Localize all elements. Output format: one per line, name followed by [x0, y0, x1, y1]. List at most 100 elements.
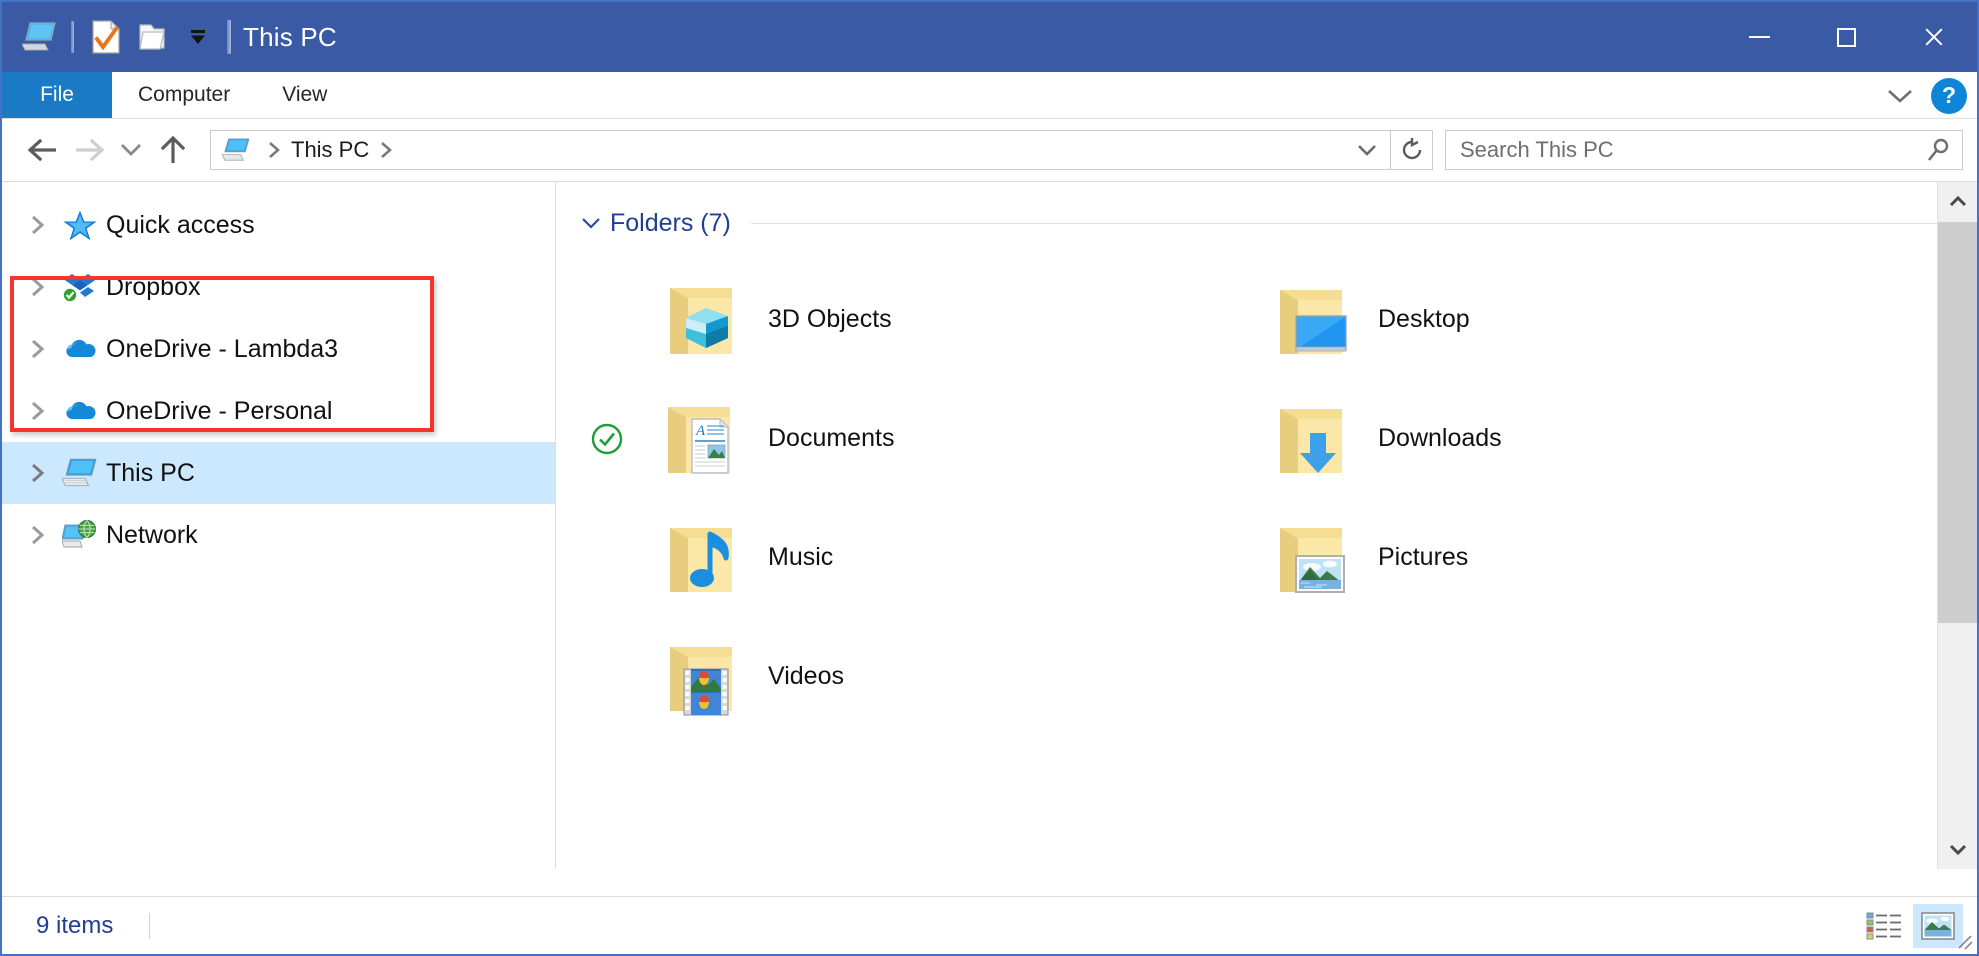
svg-text:A: A — [695, 423, 706, 439]
vertical-scrollbar[interactable] — [1937, 182, 1977, 869]
forward-button[interactable] — [66, 127, 112, 173]
scroll-down-button[interactable] — [1938, 829, 1977, 869]
expander-icon[interactable] — [16, 203, 60, 247]
back-button[interactable] — [20, 127, 66, 173]
chevron-right-icon — [32, 339, 45, 359]
expander-icon[interactable] — [16, 265, 60, 309]
toolbar-separator — [71, 21, 74, 53]
sidebar-item-this-pc[interactable]: This PC — [2, 442, 555, 504]
sidebar-item-label: Network — [106, 520, 198, 549]
details-view-button[interactable] — [1859, 904, 1909, 948]
sidebar-item-dropbox[interactable]: Dropbox — [2, 256, 555, 318]
file-item-label: Downloads — [1378, 424, 1502, 452]
close-button[interactable] — [1890, 2, 1977, 72]
search-input[interactable] — [1460, 137, 1926, 163]
folder-desktop-icon — [1262, 272, 1358, 368]
address-bar: This PC — [2, 119, 1977, 181]
onedrive-cloud-icon — [60, 329, 100, 369]
sidebar-item-onedrive-lambda3[interactable]: OneDrive - Lambda3 — [2, 318, 555, 380]
maximize-button[interactable] — [1803, 2, 1890, 72]
title-separator — [227, 20, 231, 54]
file-item-3d-objects[interactable]: 3D Objects — [652, 260, 1262, 379]
chevron-right-icon — [32, 277, 45, 297]
refresh-button[interactable] — [1391, 130, 1433, 170]
file-item-videos[interactable]: Videos — [652, 617, 1262, 736]
search-box[interactable] — [1445, 130, 1963, 170]
file-item-downloads[interactable]: Downloads — [1262, 379, 1872, 498]
file-item-desktop[interactable]: Desktop — [1262, 260, 1872, 379]
previous-locations-button[interactable] — [1350, 131, 1384, 169]
chevron-down-icon[interactable] — [576, 215, 606, 231]
file-item-label: Documents — [768, 424, 895, 452]
onedrive-cloud-icon — [60, 391, 100, 431]
window-title: This PC — [243, 21, 337, 52]
folder-music-icon — [652, 510, 748, 606]
chevron-right-icon — [381, 142, 393, 158]
file-item-music[interactable]: Music — [652, 498, 1262, 617]
folder-documents-icon: A — [652, 391, 748, 487]
scrollbar-thumb[interactable] — [1938, 222, 1977, 623]
file-item-documents[interactable]: A Documents — [591, 379, 1262, 498]
customize-quick-access-toolbar-icon[interactable] — [175, 14, 221, 60]
arrow-left-icon — [27, 138, 56, 162]
items-grid: 3D Objects Desktop A Documents Downloads… — [556, 242, 1977, 736]
file-explorer-window: This PC File Computer View ? This PC Sea… — [0, 0, 1979, 956]
scrollbar-track[interactable] — [1938, 222, 1977, 829]
new-folder-icon[interactable] — [129, 14, 175, 60]
folder-downloads-icon — [1262, 391, 1358, 487]
this-pc-icon — [221, 137, 251, 163]
scroll-up-button[interactable] — [1938, 182, 1977, 222]
expand-ribbon-button[interactable] — [1883, 79, 1917, 113]
breadcrumb-separator-root[interactable] — [257, 140, 291, 160]
large-icons-view-icon — [1921, 911, 1955, 940]
up-button[interactable] — [150, 127, 196, 173]
resize-grip[interactable] — [1953, 930, 1975, 952]
help-button[interactable]: ? — [1931, 77, 1967, 114]
file-item-label: Desktop — [1378, 305, 1470, 333]
breadcrumb-separator-this-pc[interactable] — [369, 140, 403, 160]
file-item-label: Videos — [768, 662, 844, 690]
expander-icon[interactable] — [16, 327, 60, 371]
item-count-label: 9 items — [36, 911, 114, 939]
tab-computer[interactable]: Computer — [112, 72, 256, 118]
chevron-up-icon — [1949, 195, 1966, 207]
file-item-label: Pictures — [1378, 543, 1469, 571]
group-header-folders[interactable]: Folders (7) — [556, 182, 1977, 242]
ribbon-tab-strip: File Computer View ? — [2, 72, 1977, 119]
minimize-button[interactable] — [1716, 2, 1803, 72]
chevron-down-icon — [1888, 89, 1912, 103]
star-icon — [60, 205, 100, 245]
sidebar-item-network[interactable]: Network — [2, 504, 555, 566]
arrow-right-icon — [76, 138, 105, 162]
sidebar-item-label: Quick access — [106, 210, 255, 239]
expander-icon[interactable] — [16, 513, 60, 557]
recent-locations-button[interactable] — [112, 127, 150, 173]
tab-file[interactable]: File — [2, 72, 112, 118]
details-view-icon — [1866, 912, 1901, 939]
network-icon — [60, 515, 100, 555]
properties-icon[interactable] — [83, 14, 129, 60]
expander-icon[interactable] — [16, 451, 60, 495]
sidebar-item-onedrive-personal[interactable]: OneDrive - Personal — [2, 380, 555, 442]
quick-access-toolbar: This PC — [2, 14, 337, 60]
chevron-down-icon — [1949, 844, 1966, 856]
status-bar: 9 items — [2, 896, 1977, 954]
chevron-down-icon — [121, 144, 141, 156]
sidebar-item-quick-access[interactable]: Quick access — [2, 194, 555, 256]
chevron-right-icon — [32, 401, 45, 421]
file-item-label: 3D Objects — [768, 305, 892, 333]
sync-available-badge — [590, 422, 624, 456]
folder-pictures-icon — [1262, 510, 1358, 606]
maximize-icon — [1837, 27, 1856, 47]
breadcrumb-item-this-pc[interactable]: This PC — [291, 137, 369, 163]
file-item-pictures[interactable]: Pictures — [1262, 498, 1872, 617]
chevron-right-icon — [32, 463, 45, 483]
search-icon[interactable] — [1926, 137, 1952, 163]
chevron-down-icon — [1358, 145, 1376, 156]
file-list-view: Folders (7) 3D Objects Desktop A Documen… — [556, 182, 1977, 869]
refresh-icon — [1402, 138, 1421, 160]
tab-view[interactable]: View — [256, 72, 353, 118]
breadcrumb[interactable]: This PC — [210, 130, 1391, 170]
expander-icon[interactable] — [16, 389, 60, 433]
group-title: Folders (7) — [610, 208, 731, 237]
